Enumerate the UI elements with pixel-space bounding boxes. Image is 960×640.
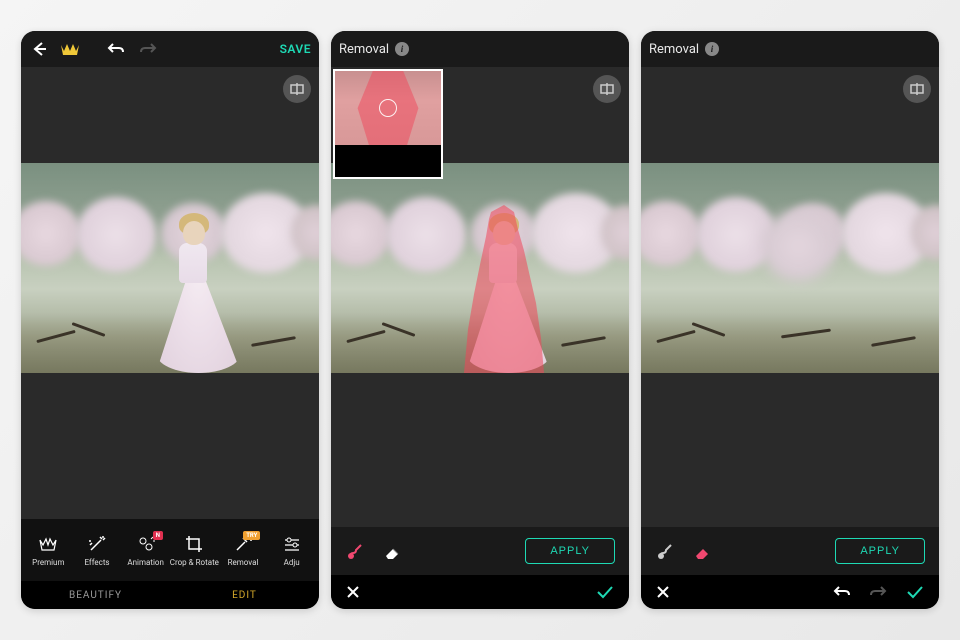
tab-edit[interactable]: EDIT [170, 581, 319, 609]
brush-preview [333, 69, 443, 179]
redo-icon [139, 42, 157, 56]
check-icon[interactable] [595, 584, 615, 600]
check-icon[interactable] [905, 584, 925, 600]
save-button[interactable]: SAVE [280, 42, 311, 56]
badge-new: N [153, 531, 163, 540]
phone-screen-1: SAVE [21, 31, 319, 609]
apply-button[interactable]: APPLY [835, 538, 925, 564]
mode-tabs: BEAUTIFY EDIT [21, 581, 319, 609]
close-icon[interactable] [345, 584, 361, 600]
undo-icon[interactable] [107, 42, 125, 56]
bottom-bar [331, 575, 629, 609]
tool-effects[interactable]: Effects [74, 533, 121, 567]
brush-icon[interactable] [655, 540, 677, 562]
eraser-icon[interactable] [381, 540, 403, 562]
phone-screen-3: Removal i [641, 31, 939, 609]
canvas[interactable] [641, 67, 939, 527]
info-icon[interactable]: i [395, 42, 409, 56]
tool-crop-rotate[interactable]: Crop & Rotate [171, 533, 218, 567]
topbar: SAVE [21, 31, 319, 67]
tool-premium[interactable]: Premium [25, 533, 72, 567]
topbar: Removal i [331, 31, 629, 67]
crown-icon[interactable] [59, 40, 81, 58]
tool-removal[interactable]: TRY Removal [220, 533, 267, 567]
photo-with-subject [21, 163, 319, 373]
aspect-icon[interactable] [593, 75, 621, 103]
screen-title: Removal [649, 42, 699, 57]
aspect-icon[interactable] [903, 75, 931, 103]
tool-adjust[interactable]: Adju [268, 533, 315, 567]
aspect-icon[interactable] [283, 75, 311, 103]
back-icon[interactable] [29, 39, 49, 59]
badge-try: TRY [243, 531, 260, 540]
brush-icon[interactable] [345, 540, 367, 562]
removal-toolbar: APPLY [641, 527, 939, 575]
subject-woman [151, 203, 241, 373]
removal-toolbar: APPLY [331, 527, 629, 575]
redo-icon [869, 585, 887, 599]
screen-title: Removal [339, 42, 389, 57]
canvas[interactable] [21, 67, 319, 519]
topbar: Removal i [641, 31, 939, 67]
bottom-bar [641, 575, 939, 609]
tool-strip: Premium Effects N Animation Crop & Rotat… [21, 519, 319, 581]
tab-beautify[interactable]: BEAUTIFY [21, 581, 170, 609]
undo-icon[interactable] [833, 585, 851, 599]
canvas[interactable] [331, 67, 629, 527]
apply-button[interactable]: APPLY [525, 538, 615, 564]
brush-cursor-icon [379, 99, 397, 117]
tool-animation[interactable]: N Animation [122, 533, 169, 567]
photo-with-mask [331, 163, 629, 373]
close-icon[interactable] [655, 584, 671, 600]
info-icon[interactable]: i [705, 42, 719, 56]
photo-result [641, 163, 939, 373]
phone-screen-2: Removal i [331, 31, 629, 609]
eraser-icon[interactable] [691, 540, 713, 562]
